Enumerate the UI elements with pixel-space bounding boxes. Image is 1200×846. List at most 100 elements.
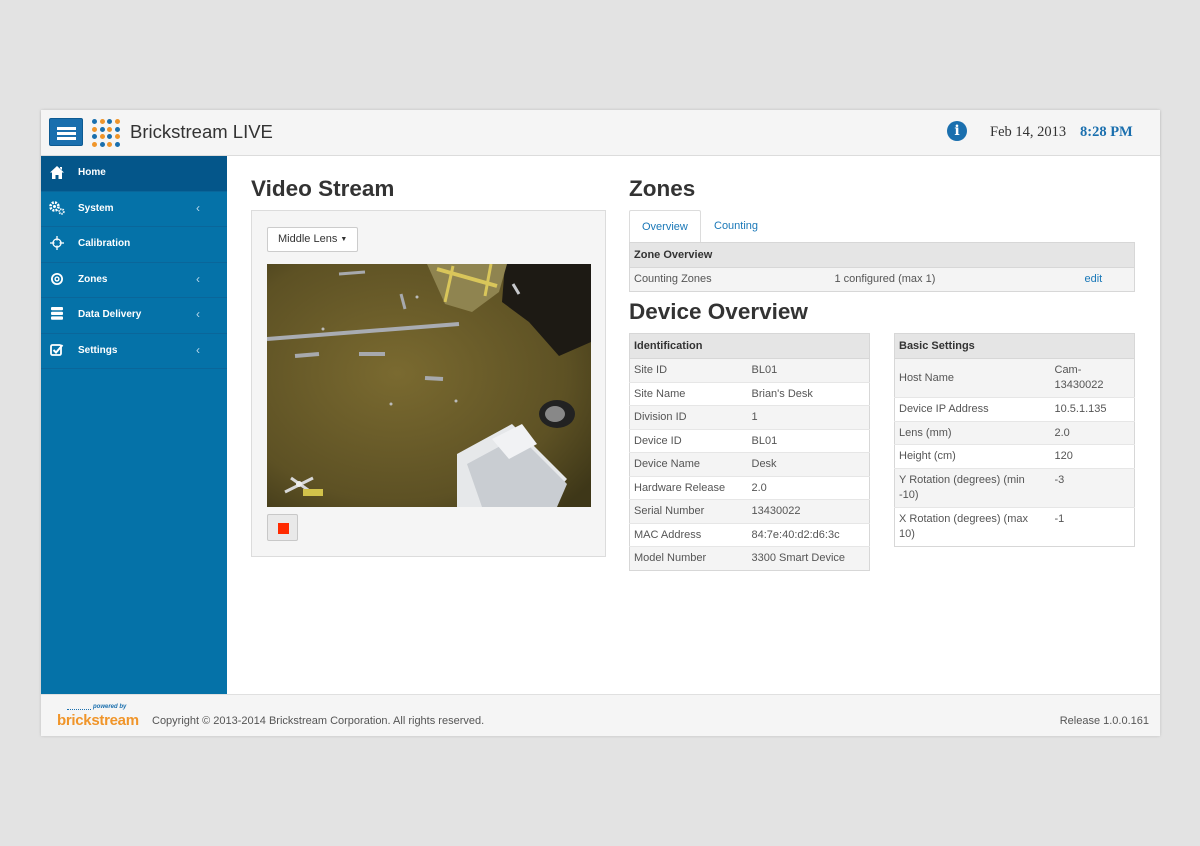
release-version: Release 1.0.0.161 — [1059, 715, 1149, 727]
header-date: Feb 14, 2013 — [990, 124, 1067, 140]
row-value: BL01 — [747, 428, 870, 453]
row-value: 10.5.1.135 — [1050, 397, 1135, 421]
row-value: 3300 Smart Device — [747, 546, 870, 570]
top-bar: Brickstream LIVE i Feb 14, 2013 8:28 PM — [41, 110, 1160, 156]
zone-value: 1 configured (max 1) — [830, 267, 1081, 291]
row-label: Device IP Address — [894, 397, 1051, 421]
table-row: Counting Zones 1 configured (max 1) edit — [629, 267, 1135, 291]
logo-dot — [92, 119, 97, 124]
copyright-text: Copyright © 2013-2014 Brickstream Corpor… — [152, 715, 485, 727]
video-feed — [267, 264, 591, 507]
chevron-left-icon: ‹ — [196, 200, 200, 215]
logo-dot — [114, 126, 120, 132]
logo-dot — [99, 134, 105, 139]
checkbox-icon — [49, 343, 65, 359]
row-label: Device ID — [629, 428, 748, 453]
logo-dot — [114, 119, 120, 124]
row-label: Y Rotation (degrees) (min -10) — [894, 467, 1051, 507]
table-row: Lens (mm) 2.0 — [894, 420, 1135, 445]
sidebar-item-data-delivery[interactable]: Data Delivery ‹ — [41, 298, 227, 334]
logo-dot — [99, 119, 105, 124]
table-row: Model Number 3300 Smart Device — [629, 546, 870, 570]
home-icon — [49, 165, 65, 181]
video-panel: Middle Lens ▼ — [251, 210, 606, 557]
row-value: 13430022 — [747, 499, 870, 523]
sidebar-item-zones[interactable]: Zones ‹ — [41, 263, 227, 298]
row-value: -3 — [1050, 467, 1135, 507]
hamburger-menu-button[interactable] — [49, 118, 83, 146]
sidebar-item-label: Zones — [78, 273, 108, 285]
row-value: Brian's Desk — [747, 381, 870, 406]
row-label: X Rotation (degrees) (max 10) — [894, 506, 1051, 546]
logo-dot — [107, 126, 112, 132]
device-overview-title: Device Overview — [629, 299, 808, 324]
logo-dot — [99, 141, 105, 147]
powered-by-text: powered by — [93, 704, 127, 710]
cogs-icon — [49, 200, 65, 217]
chevron-left-icon: ‹ — [196, 271, 200, 286]
table-row: Device IP Address 10.5.1.135 — [894, 397, 1135, 421]
row-label: Model Number — [629, 546, 748, 570]
tab-overview[interactable]: Overview — [629, 210, 701, 243]
crosshair-icon — [49, 236, 65, 252]
header-time: 8:28 PM — [1080, 124, 1133, 140]
app-title: Brickstream LIVE — [130, 121, 273, 142]
row-value: 2.0 — [747, 475, 870, 500]
row-label: Serial Number — [629, 499, 748, 523]
identification-header: Identification — [629, 333, 870, 359]
tab-counting[interactable]: Counting — [702, 210, 770, 243]
zone-overview-header: Zone Overview — [629, 242, 1135, 268]
info-icon[interactable]: i — [947, 121, 967, 141]
identification-table: Identification Site ID BL01 Site Name Bria… — [629, 333, 870, 571]
logo-dot — [99, 126, 105, 132]
row-value: Desk — [747, 452, 870, 476]
table-row: Device ID BL01 — [629, 428, 870, 453]
stop-icon — [278, 523, 289, 534]
sidebar-item-calibration[interactable]: Calibration — [41, 227, 227, 263]
lens-select-dropdown[interactable]: Middle Lens ▼ — [267, 227, 358, 252]
row-value: 1 — [747, 405, 870, 429]
table-row: Division ID 1 — [629, 405, 870, 429]
zones-tabs: Overview Counting — [629, 210, 1135, 243]
row-label: Device Name — [629, 452, 748, 476]
logo-dot — [107, 134, 112, 139]
edit-zone-link[interactable]: edit — [1085, 273, 1103, 285]
table-row: Site ID BL01 — [629, 358, 870, 382]
stop-button[interactable] — [267, 514, 298, 541]
sidebar-item-label: Calibration — [78, 238, 131, 249]
row-label: Lens (mm) — [894, 420, 1051, 445]
sidebar-item-label: Home — [78, 167, 106, 178]
row-label: Division ID — [629, 405, 748, 429]
sidebar-item-settings[interactable]: Settings ‹ — [41, 334, 227, 369]
logo-dot — [92, 141, 97, 147]
database-icon — [49, 307, 65, 323]
brand-text: brickstream — [57, 712, 139, 729]
sidebar-item-home[interactable]: Home — [41, 156, 227, 192]
chevron-left-icon: ‹ — [196, 307, 200, 321]
brickstream-logo-icon — [91, 118, 121, 148]
table-row: Hardware Release 2.0 — [629, 475, 870, 500]
row-value: Cam-13430022 — [1050, 358, 1135, 398]
caret-down-icon: ▼ — [340, 236, 348, 243]
basic-settings-header: Basic Settings — [894, 333, 1135, 359]
row-label: Site Name — [629, 381, 748, 406]
row-value: 2.0 — [1050, 420, 1135, 445]
row-label: Site ID — [629, 358, 748, 382]
logo-dot — [107, 141, 112, 147]
camera-image — [267, 264, 591, 507]
zone-label: Counting Zones — [629, 267, 831, 291]
footer: powered by brickstream Copyright © 2013-… — [41, 694, 1160, 736]
lens-select-label: Middle Lens — [278, 233, 338, 245]
sidebar-item-system[interactable]: System ‹ — [41, 192, 227, 227]
row-label: Height (cm) — [894, 444, 1051, 468]
sidebar-item-label: System — [78, 202, 114, 214]
basic-settings-table: Basic Settings Host Name Cam-13430022 Dev… — [894, 333, 1135, 547]
target-icon — [49, 272, 65, 288]
app-window: Brickstream LIVE i Feb 14, 2013 8:28 PM … — [41, 110, 1160, 736]
table-row: Device Name Desk — [629, 452, 870, 476]
sidebar-item-label: Data Delivery — [78, 309, 142, 320]
logo-dot — [92, 134, 97, 139]
row-value: -1 — [1050, 506, 1135, 546]
logo-dotted-line — [67, 709, 91, 711]
logo-dot — [114, 141, 120, 147]
